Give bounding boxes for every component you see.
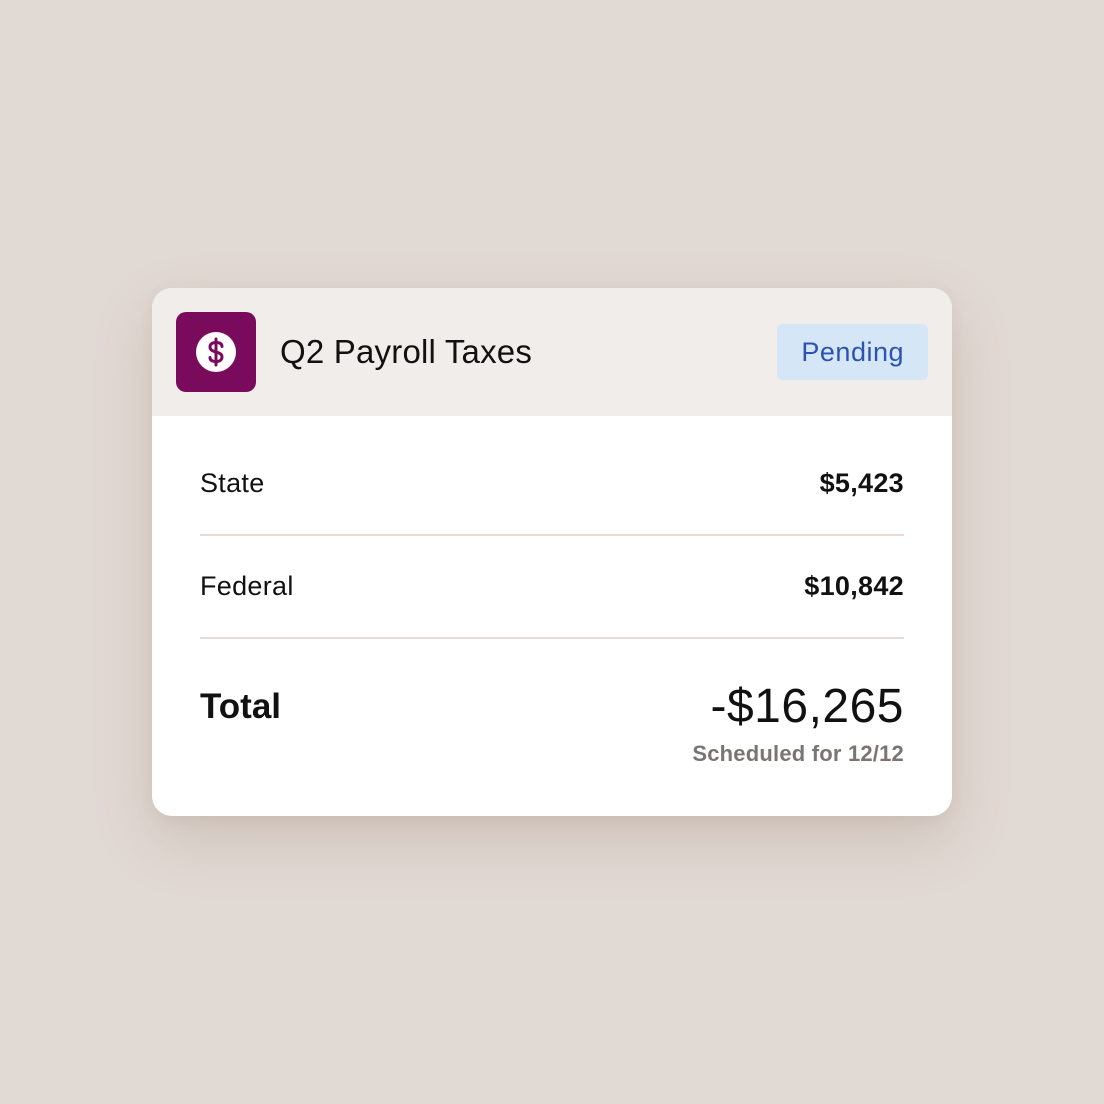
card-header: Q2 Payroll Taxes Pending: [152, 288, 952, 416]
dollar-sign-icon: [196, 332, 236, 372]
status-badge: Pending: [777, 324, 928, 380]
tax-row-state: State $5,423: [200, 416, 904, 536]
payment-app-icon: [176, 312, 256, 392]
total-label: Total: [200, 687, 282, 726]
row-amount: $5,423: [819, 467, 904, 498]
scheduled-date: Scheduled for 12/12: [692, 741, 904, 766]
card-body: State $5,423 Federal $10,842 Total -$16,…: [152, 416, 952, 767]
row-amount: $10,842: [804, 571, 904, 601]
row-label: State: [200, 467, 265, 498]
total-right: -$16,265 Scheduled for 12/12: [692, 681, 904, 767]
total-section: Total -$16,265 Scheduled for 12/12: [200, 639, 904, 767]
tax-row-federal: Federal $10,842: [200, 536, 904, 639]
card-title: Q2 Payroll Taxes: [280, 333, 533, 370]
payroll-tax-card[interactable]: Q2 Payroll Taxes Pending State $5,423 Fe…: [152, 288, 952, 816]
row-label: Federal: [200, 571, 294, 601]
total-amount: -$16,265: [710, 680, 904, 733]
